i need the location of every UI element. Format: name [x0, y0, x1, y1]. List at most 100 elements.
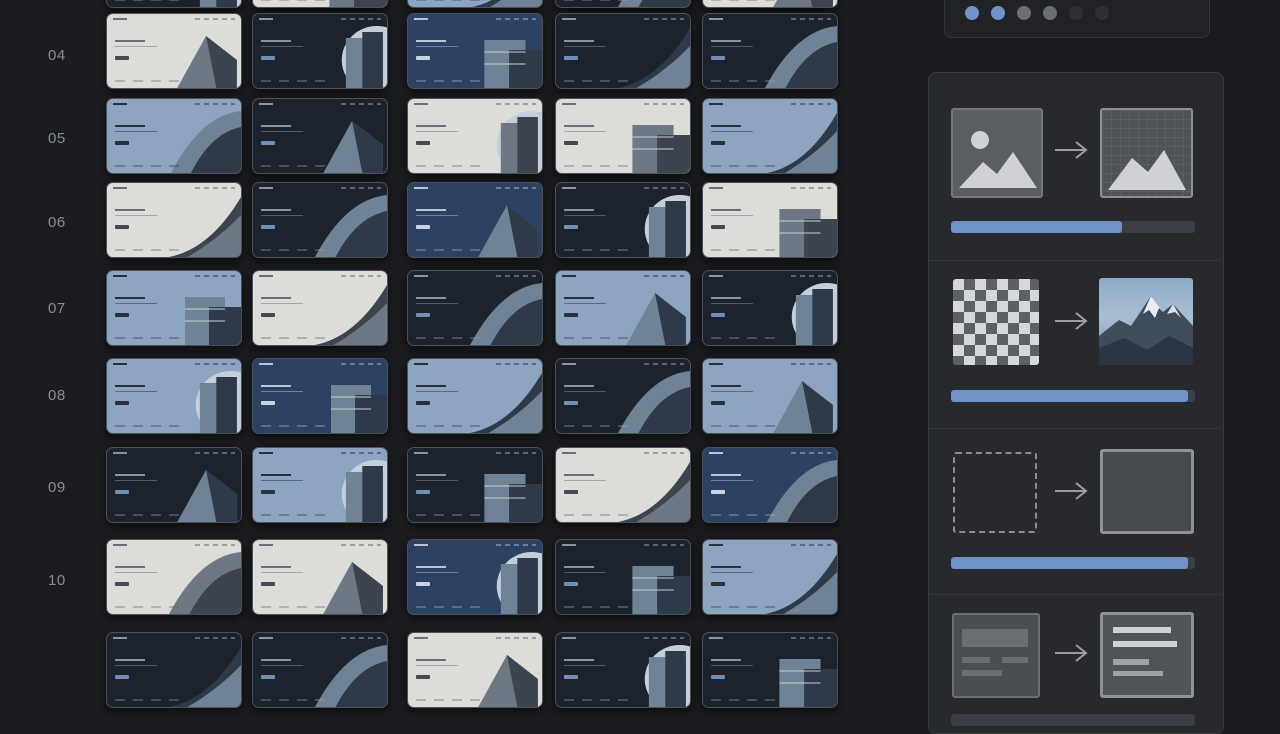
- architecture-image: [315, 277, 387, 345]
- template-thumbnail[interactable]: [106, 270, 242, 346]
- template-thumbnail[interactable]: [106, 632, 242, 708]
- pager-dot-active[interactable]: [991, 6, 1005, 20]
- thumbnail-headline: [416, 566, 446, 568]
- thumbnail-subline: [416, 215, 458, 216]
- template-thumbnail[interactable]: [106, 539, 242, 615]
- thumbnail-logo: [113, 452, 127, 454]
- thumbnail-subline: [711, 215, 753, 216]
- thumbnail-cta: [115, 313, 129, 317]
- thumbnail-headline: [416, 385, 446, 387]
- thumbnail-headline: [711, 125, 741, 127]
- template-thumbnail[interactable]: [702, 270, 838, 346]
- thumbnail-logo: [414, 363, 428, 365]
- thumbnail-cta: [261, 675, 275, 679]
- thumbnail-logo: [259, 103, 273, 105]
- thumbnail-logo: [414, 544, 428, 546]
- thumbnail-cta: [261, 141, 275, 145]
- thumbnail-headline: [115, 40, 145, 42]
- template-thumbnail[interactable]: [407, 539, 543, 615]
- template-thumbnail[interactable]: [555, 539, 691, 615]
- thumbnail-footer: [416, 249, 486, 251]
- thumbnail-footer: [261, 80, 331, 82]
- thumbnail-logo: [414, 452, 428, 454]
- pager-dot-faint[interactable]: [1069, 6, 1083, 20]
- thumbnail-cta: [261, 401, 275, 405]
- thumbnail-subline: [711, 480, 753, 481]
- thumbnail-footer: [564, 165, 634, 167]
- template-thumbnail[interactable]: [407, 358, 543, 434]
- thumbnail-cta: [115, 675, 129, 679]
- template-thumbnail[interactable]: [252, 182, 388, 258]
- template-thumbnail[interactable]: [106, 182, 242, 258]
- template-thumbnail[interactable]: [702, 0, 838, 8]
- thumbnail-cta: [261, 225, 275, 229]
- thumbnail-logo: [562, 187, 576, 189]
- thumbnail-headline: [416, 125, 446, 127]
- template-thumbnail[interactable]: [702, 358, 838, 434]
- template-thumbnail[interactable]: [252, 447, 388, 523]
- template-thumbnail[interactable]: [407, 13, 543, 89]
- thumbnail-subline: [416, 480, 458, 481]
- thumbnail-cta: [711, 490, 725, 494]
- thumbnail-logo: [414, 187, 428, 189]
- template-thumbnail[interactable]: [555, 13, 691, 89]
- architecture-image: [618, 639, 690, 707]
- template-thumbnail[interactable]: [702, 539, 838, 615]
- template-thumbnail[interactable]: [252, 13, 388, 89]
- thumbnail-cta: [564, 313, 578, 317]
- arrow-right-icon: [1055, 644, 1088, 662]
- arrow-right-icon: [1055, 482, 1088, 500]
- template-thumbnail[interactable]: [555, 98, 691, 174]
- template-thumbnail[interactable]: [555, 270, 691, 346]
- template-thumbnail[interactable]: [252, 270, 388, 346]
- template-thumbnail[interactable]: [407, 447, 543, 523]
- thumbnail-headline: [115, 209, 145, 211]
- thumbnail-footer: [115, 249, 185, 251]
- template-thumbnail[interactable]: [252, 539, 388, 615]
- template-thumbnail[interactable]: [702, 447, 838, 523]
- step-progress-bar: [951, 221, 1195, 233]
- thumbnail-cta: [711, 56, 725, 60]
- template-thumbnail[interactable]: [252, 98, 388, 174]
- template-thumbnail[interactable]: [407, 270, 543, 346]
- template-thumbnail[interactable]: [555, 0, 691, 8]
- template-thumbnail[interactable]: [555, 358, 691, 434]
- thumbnail-logo: [562, 637, 576, 639]
- thumbnail-logo: [414, 103, 428, 105]
- template-thumbnail[interactable]: [106, 98, 242, 174]
- thumbnail-subline: [711, 665, 753, 666]
- template-thumbnail[interactable]: [407, 182, 543, 258]
- template-thumbnail[interactable]: [702, 98, 838, 174]
- thumbnail-footer: [416, 699, 486, 701]
- thumbnail-cta: [711, 141, 725, 145]
- pager-dot-faint[interactable]: [1095, 6, 1109, 20]
- architecture-image: [470, 189, 542, 257]
- template-thumbnail[interactable]: [252, 358, 388, 434]
- architecture-image: [765, 546, 837, 614]
- row-number-label: 10: [48, 572, 66, 589]
- pager-dot-inactive[interactable]: [1017, 6, 1031, 20]
- architecture-image: [618, 277, 690, 345]
- template-thumbnail[interactable]: [252, 0, 388, 8]
- pager-dot-active[interactable]: [965, 6, 979, 20]
- thumbnail-logo: [259, 187, 273, 189]
- template-thumbnail[interactable]: [407, 0, 543, 8]
- pager-dot-inactive[interactable]: [1043, 6, 1057, 20]
- template-thumbnail[interactable]: [702, 13, 838, 89]
- step-progress-bar: [951, 557, 1195, 569]
- thumbnail-logo: [113, 544, 127, 546]
- thumbnail-cta: [564, 582, 578, 586]
- template-thumbnail[interactable]: [106, 13, 242, 89]
- architecture-image: [470, 20, 542, 88]
- template-thumbnail[interactable]: [407, 98, 543, 174]
- template-thumbnail[interactable]: [407, 632, 543, 708]
- template-thumbnail[interactable]: [702, 632, 838, 708]
- template-thumbnail[interactable]: [106, 0, 242, 8]
- template-thumbnail[interactable]: [555, 182, 691, 258]
- template-thumbnail[interactable]: [252, 632, 388, 708]
- template-thumbnail[interactable]: [555, 447, 691, 523]
- template-thumbnail[interactable]: [555, 632, 691, 708]
- template-thumbnail[interactable]: [106, 358, 242, 434]
- template-thumbnail[interactable]: [702, 182, 838, 258]
- template-thumbnail[interactable]: [106, 447, 242, 523]
